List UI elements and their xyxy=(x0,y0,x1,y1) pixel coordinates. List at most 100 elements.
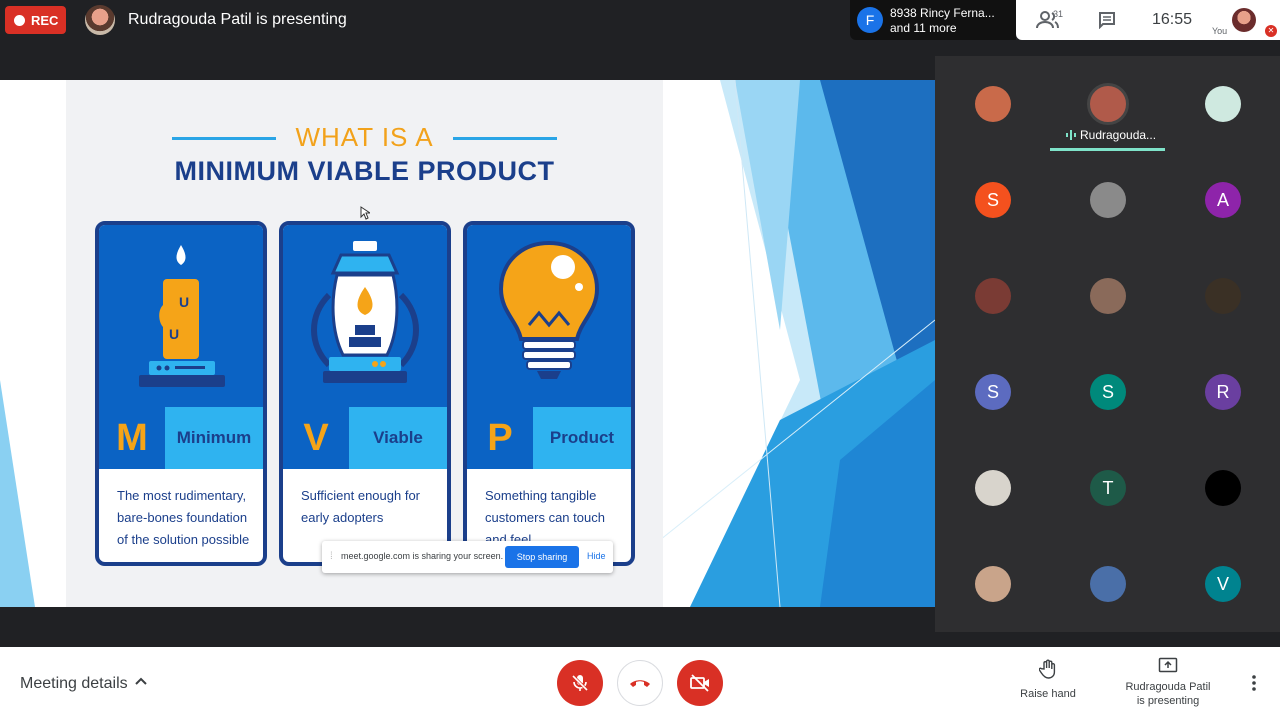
participant-avatar: S xyxy=(1090,374,1126,410)
participant-tile[interactable] xyxy=(1165,440,1280,536)
drag-handle-icon[interactable]: ⁞ xyxy=(330,551,333,562)
self-avatar[interactable] xyxy=(1232,8,1256,32)
share-notice-text: meet.google.com is sharing your screen. xyxy=(341,551,504,561)
participant-tile[interactable]: V xyxy=(1165,536,1280,632)
participant-avatar xyxy=(975,278,1011,314)
participant-avatar xyxy=(1090,182,1126,218)
column-letter: M xyxy=(99,407,165,469)
present-screen-icon xyxy=(1158,657,1178,673)
raise-hand-icon xyxy=(1038,659,1056,679)
participants-chip-line2: and 11 more xyxy=(890,21,957,35)
participant-tile[interactable] xyxy=(1050,152,1165,248)
stop-sharing-button[interactable]: Stop sharing xyxy=(505,546,579,568)
participants-chip-line1: 8938 Rincy Ferna... xyxy=(890,6,995,20)
self-label: You xyxy=(1212,26,1228,36)
participant-avatar xyxy=(1090,278,1126,314)
candle-icon: U U xyxy=(139,245,225,387)
column-description: Sufficient enough for early adopters xyxy=(301,488,421,525)
participant-avatar xyxy=(975,86,1011,122)
leave-call-button[interactable] xyxy=(617,660,663,706)
participant-tile[interactable] xyxy=(935,56,1050,152)
mvp-column-viable: V Viable Sufficient enough for early ado… xyxy=(279,221,451,566)
participant-avatar xyxy=(1205,278,1241,314)
participant-avatar xyxy=(1205,470,1241,506)
hang-up-icon xyxy=(630,680,650,687)
raise-hand-label: Raise hand xyxy=(1020,688,1076,700)
clock-time: 16:55 xyxy=(1152,11,1193,28)
hide-notice-button[interactable]: Hide xyxy=(587,551,606,561)
participant-avatar xyxy=(1090,566,1126,602)
participant-avatar: A xyxy=(1205,182,1241,218)
mouse-cursor-icon xyxy=(360,206,370,220)
column-word: Product xyxy=(533,407,631,469)
camera-toggle-button[interactable] xyxy=(677,660,723,706)
column-illustration-area xyxy=(283,225,447,407)
participant-tile[interactable]: R xyxy=(1165,344,1280,440)
participant-tile[interactable] xyxy=(1165,248,1280,344)
participant-tile[interactable]: T xyxy=(1050,440,1165,536)
participant-avatar: V xyxy=(1205,566,1241,602)
top-bar: REC Rudragouda Patil is presenting F 893… xyxy=(0,0,1280,40)
record-dot-icon xyxy=(14,14,25,26)
participant-avatar: S xyxy=(975,182,1011,218)
participant-avatar: F xyxy=(857,7,883,33)
presenter-title: Rudragouda Patil is presenting xyxy=(128,11,347,28)
mic-off-icon xyxy=(571,674,589,692)
speaking-indicator-icon xyxy=(1066,130,1076,140)
column-illustration-area xyxy=(467,225,631,407)
meeting-details-button[interactable]: Meeting details xyxy=(20,675,128,693)
participant-avatar: S xyxy=(975,374,1011,410)
speaking-indicator-bar xyxy=(1050,148,1165,151)
slide-heading-line2: MINIMUM VIABLE PRODUCT xyxy=(174,156,555,186)
svg-text:U: U xyxy=(169,326,179,342)
raise-hand-button[interactable]: Raise hand xyxy=(1012,659,1084,700)
column-word: Minimum xyxy=(165,407,263,469)
presentation-stage: WHAT IS A MINIMUM VIABLE PRODUCT U U M M… xyxy=(0,80,935,607)
participant-tile[interactable]: S xyxy=(1050,344,1165,440)
svg-text:U: U xyxy=(179,294,189,310)
participant-tile[interactable] xyxy=(935,440,1050,536)
participant-tile[interactable]: A xyxy=(1165,152,1280,248)
lightbulb-icon xyxy=(498,240,600,379)
slide: WHAT IS A MINIMUM VIABLE PRODUCT U U M M… xyxy=(66,80,663,607)
bottom-bar: Meeting details Raise hand Rudragouda Pa… xyxy=(0,647,1280,720)
lantern-icon xyxy=(311,241,419,383)
mic-off-badge-icon: ✕ xyxy=(1265,25,1277,37)
rec-label: REC xyxy=(31,12,59,28)
people-count: 31 xyxy=(1053,9,1064,19)
microphone-toggle-button[interactable] xyxy=(557,660,603,706)
participant-tile[interactable] xyxy=(1050,248,1165,344)
participant-grid: Rudragouda... S A S S R T V xyxy=(935,56,1280,632)
participant-tile[interactable] xyxy=(935,248,1050,344)
presenter-avatar xyxy=(85,5,115,35)
participant-tile[interactable]: S xyxy=(935,344,1050,440)
presenting-label-line2: is presenting xyxy=(1136,695,1200,707)
slide-heading-line1: WHAT IS A xyxy=(295,122,434,152)
column-letter: V xyxy=(283,407,349,469)
participant-avatar xyxy=(975,470,1011,506)
chevron-up-icon[interactable] xyxy=(134,674,148,688)
participant-avatar xyxy=(1205,86,1241,122)
presenting-label-line1: Rudragouda Patil xyxy=(1125,681,1211,693)
chat-icon[interactable] xyxy=(1098,11,1116,29)
column-letter: P xyxy=(467,407,533,469)
participant-tile[interactable]: Rudragouda... xyxy=(1050,56,1165,152)
screen-share-notice: ⁞ meet.google.com is sharing your screen… xyxy=(322,541,613,573)
participant-name: Rudragouda... xyxy=(1080,128,1157,142)
present-now-button[interactable]: Rudragouda Patil is presenting xyxy=(1112,657,1224,708)
top-right-toolbar: 31 16:55 You ✕ xyxy=(1016,0,1280,40)
participant-avatar xyxy=(975,566,1011,602)
mvp-column-product: P Product Something tangible customers c… xyxy=(463,221,635,566)
mvp-column-minimum: U U M Minimum The most rudimentary, bare… xyxy=(95,221,267,566)
camera-off-icon xyxy=(690,674,709,692)
participant-tile[interactable]: S xyxy=(935,152,1050,248)
column-illustration-area: U U xyxy=(99,225,263,407)
more-options-icon[interactable] xyxy=(1248,673,1260,693)
participant-tile[interactable] xyxy=(1165,56,1280,152)
column-description: The most rudimentary, bare-bones foundat… xyxy=(117,488,250,547)
participant-tile[interactable] xyxy=(1050,536,1165,632)
column-word: Viable xyxy=(349,407,447,469)
participants-chip[interactable]: F 8938 Rincy Ferna... and 11 more xyxy=(850,0,1016,40)
participant-tile[interactable] xyxy=(935,536,1050,632)
recording-badge: REC xyxy=(5,6,66,34)
